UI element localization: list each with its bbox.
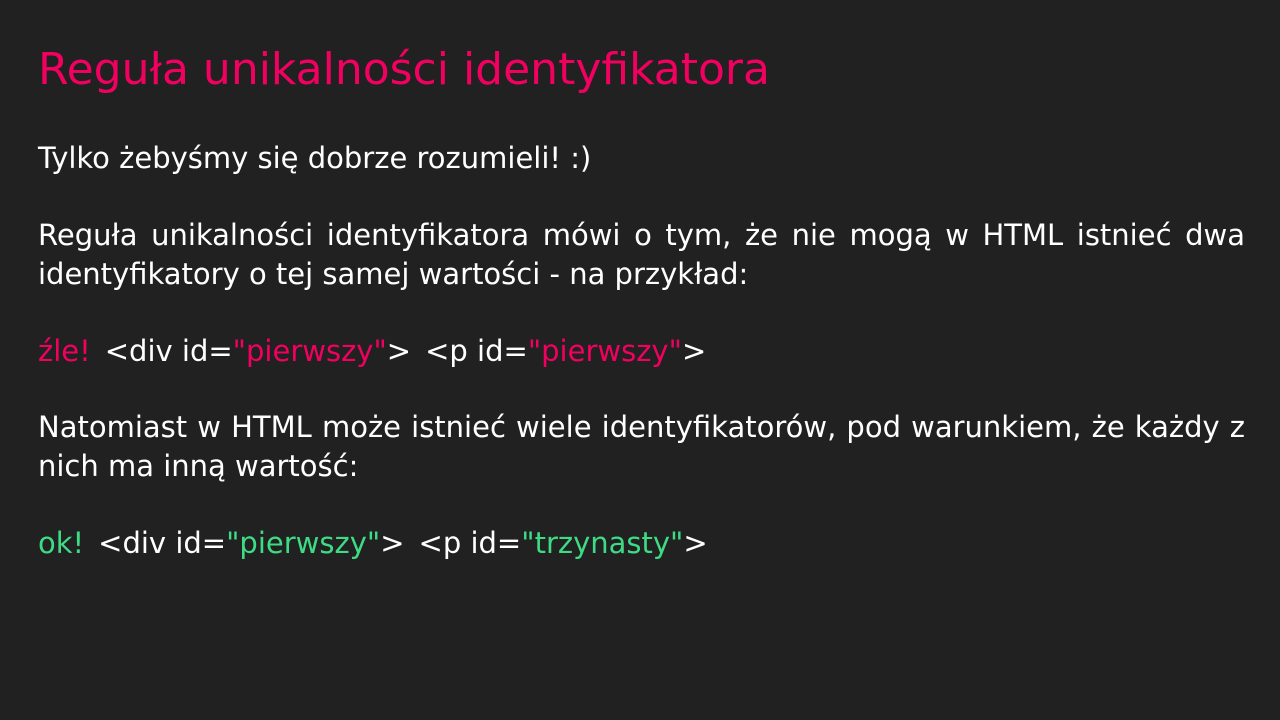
good-example-div-open: <div id= [98,526,227,560]
slide-title: Reguła unikalności identyfikatora [38,44,770,95]
bad-example-div-value: "pierwszy" [232,334,387,368]
bad-example-label: źle! [38,334,91,368]
bad-example: źle! <div id="pierwszy"> <p id="pierwszy"> [38,332,1245,371]
intro-text: Tylko żebyśmy się dobrze rozumieli! :) [38,141,592,175]
good-example: ok! <div id="pierwszy"> <p id="trzynasty"> [38,524,1245,563]
bad-example-p-value: "pierwszy" [527,334,682,368]
good-example-div-value: "pierwszy" [226,526,381,560]
bad-example-p-open: <p id= [425,334,528,368]
good-example-p-close: > [683,526,708,560]
bad-example-div-close: > [386,334,412,368]
bad-example-p-close: > [681,334,707,368]
allowed-description: Natomiast w HTML może istnieć wiele iden… [38,410,1245,483]
rule-description: Reguła unikalności identyfikatora mówi o… [38,218,1245,291]
good-example-div-close: > [380,526,405,560]
bad-example-div-open: <div id= [104,334,233,368]
good-example-p-open: <p id= [418,526,522,560]
good-example-label: ok! [38,526,85,560]
slide: Reguła unikalności identyfikatora Tylko … [0,0,1280,720]
good-example-p-value: "trzynasty" [521,526,684,560]
